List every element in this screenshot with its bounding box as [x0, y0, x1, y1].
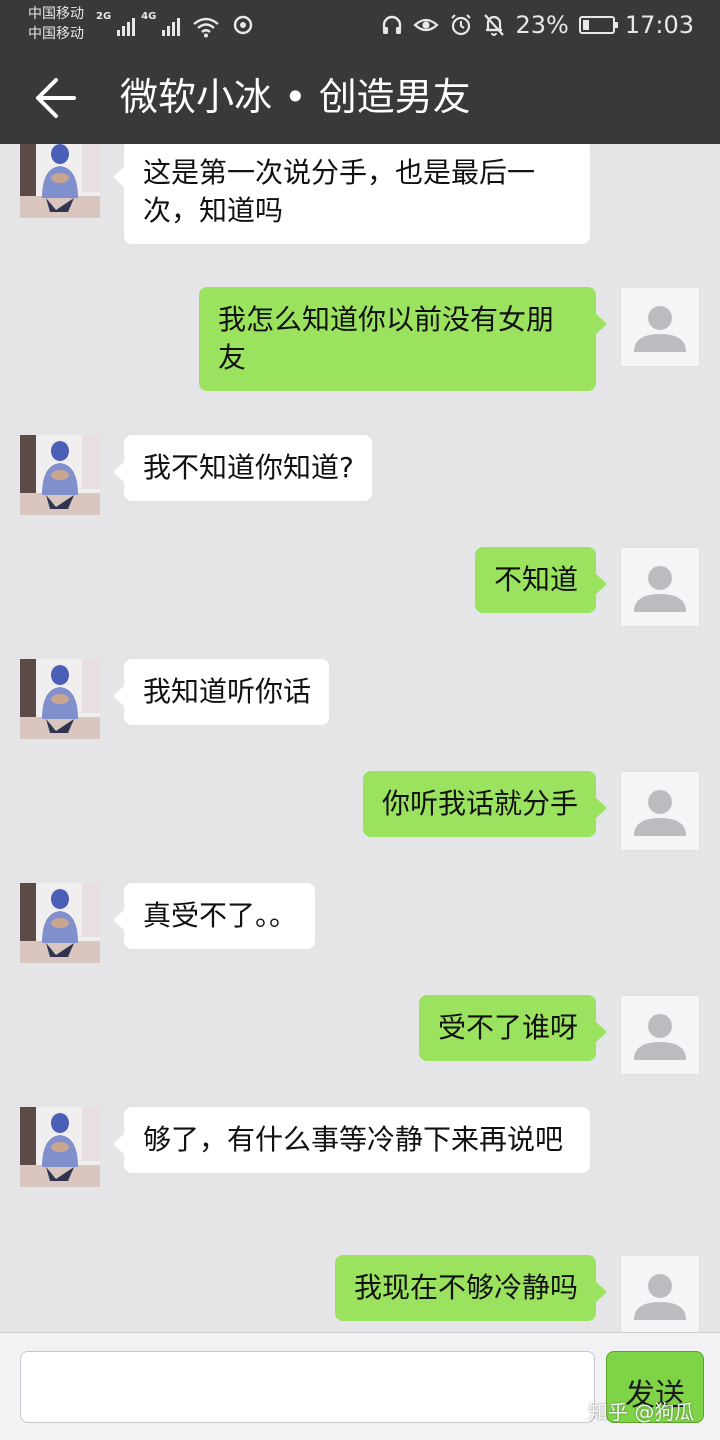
network-indicators: 2G 4G	[96, 10, 254, 38]
bot-avatar[interactable]	[20, 144, 100, 218]
compose-bar: 发送	[0, 1332, 720, 1440]
message-input[interactable]	[20, 1351, 595, 1423]
eye-icon	[413, 14, 440, 36]
arrow-left-icon	[36, 78, 76, 118]
headset-icon	[381, 14, 403, 36]
send-button[interactable]: 发送	[606, 1351, 704, 1423]
message-bubble-bot[interactable]: 我知道听你话	[112, 659, 330, 725]
default-avatar-icon	[634, 790, 686, 836]
clock: 17:03	[624, 11, 694, 39]
message-bubble-user[interactable]: 我怎么知道你以前没有女朋友	[199, 287, 607, 391]
carrier-2: 中国移动	[28, 26, 84, 42]
status-right-group: 23% 17:03	[381, 8, 694, 42]
profile-photo-icon	[20, 1107, 100, 1187]
app-header: 微软小冰 • 创造男友	[0, 50, 720, 144]
message-bubble-bot[interactable]: 这是第一次说分手，也是最后一次，知道吗	[113, 144, 590, 244]
message-bubble-user[interactable]: 我现在不够冷静吗	[334, 1255, 608, 1321]
carrier-labels: 中国移动 中国移动	[28, 4, 84, 44]
carrier-1: 中国移动	[28, 6, 84, 22]
message-bubble-user[interactable]: 你听我话就分手	[362, 771, 608, 837]
user-avatar[interactable]	[620, 547, 700, 627]
user-avatar[interactable]	[620, 995, 700, 1075]
alarm-icon	[449, 13, 473, 37]
back-button[interactable]	[22, 70, 82, 126]
chat-message-list[interactable]: 这是第一次说分手，也是最后一次，知道吗 我怎么知道你以前没有女朋友 我不知道你知…	[0, 144, 720, 1332]
bot-avatar[interactable]	[20, 883, 100, 963]
signal-icon	[117, 16, 136, 36]
network-type-2: 4G	[141, 11, 157, 22]
user-avatar[interactable]	[620, 771, 700, 851]
default-avatar-icon	[634, 1274, 686, 1320]
status-bar: 中国移动 中国移动 2G 4G 23% 17:03	[0, 0, 720, 50]
message-bubble-bot[interactable]: 真受不了。。	[112, 883, 316, 949]
user-avatar[interactable]	[620, 287, 700, 367]
wifi-icon	[192, 16, 220, 38]
default-avatar-icon	[634, 1014, 686, 1060]
signal-icon	[162, 16, 181, 36]
battery-percent: 23%	[515, 11, 569, 39]
profile-photo-icon	[20, 435, 100, 515]
default-avatar-icon	[634, 306, 686, 352]
profile-photo-icon	[20, 144, 100, 218]
bot-avatar[interactable]	[20, 435, 100, 515]
page-title: 微软小冰 • 创造男友	[120, 75, 471, 119]
message-bubble-user[interactable]: 受不了谁呀	[418, 995, 608, 1061]
battery-level	[582, 20, 590, 30]
profile-photo-icon	[20, 883, 100, 963]
network-type-1: 2G	[96, 11, 112, 22]
bot-avatar[interactable]	[20, 659, 100, 739]
message-bubble-bot[interactable]: 够了，有什么事等冷静下来再说吧	[113, 1107, 590, 1173]
battery-icon	[578, 16, 618, 34]
sync-icon	[232, 14, 254, 36]
bot-avatar[interactable]	[20, 1107, 100, 1187]
bell-off-icon	[483, 13, 505, 37]
message-bubble-user[interactable]: 不知道	[474, 547, 608, 613]
message-bubble-bot[interactable]: 我不知道你知道?	[113, 435, 372, 501]
default-avatar-icon	[634, 566, 686, 612]
user-avatar[interactable]	[620, 1255, 700, 1332]
profile-photo-icon	[20, 659, 100, 739]
